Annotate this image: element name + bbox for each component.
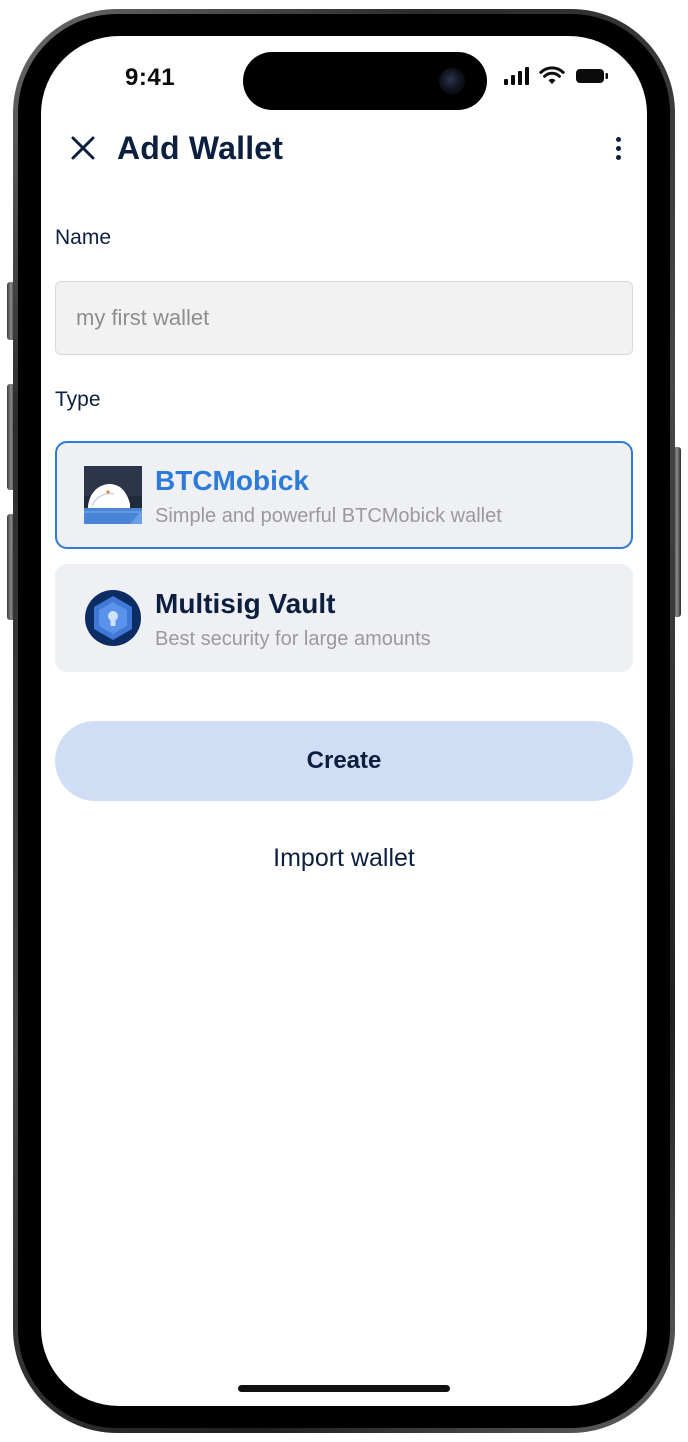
cellular-signal-icon (504, 67, 529, 85)
status-time: 9:41 (125, 64, 176, 91)
import-wallet-link[interactable]: Import wallet (41, 844, 647, 873)
status-icons (504, 66, 609, 86)
phone-frame: 9:41 Add Wallet Name my first wallet Typ… (13, 9, 675, 1433)
more-options-button[interactable] (603, 128, 633, 168)
wifi-icon (539, 66, 565, 84)
front-camera-icon (439, 68, 465, 94)
wallet-type-title: Multisig Vault (155, 588, 336, 619)
home-indicator[interactable] (238, 1385, 450, 1392)
wallet-type-multisig-vault[interactable]: Multisig Vault Best security for large a… (55, 564, 633, 672)
battery-icon (576, 69, 608, 83)
close-icon (71, 136, 95, 160)
wallet-type-btcmobick[interactable]: BTCMobick Simple and powerful BTCMobick … (55, 441, 633, 549)
page-title: Add Wallet (117, 130, 284, 166)
type-label: Type (55, 388, 101, 411)
wallet-type-subtitle: Best security for large amounts (155, 628, 431, 650)
dynamic-island (243, 52, 487, 110)
close-button[interactable] (63, 128, 103, 168)
more-vertical-icon (615, 136, 621, 142)
app-header: Add Wallet (41, 120, 647, 180)
screen: 9:41 Add Wallet Name my first wallet Typ… (41, 36, 647, 1406)
btcmobick-logo-icon (84, 466, 142, 524)
name-label: Name (55, 226, 112, 249)
device-stage: 9:41 Add Wallet Name my first wallet Typ… (0, 0, 688, 1442)
wallet-name-input[interactable] (55, 281, 633, 355)
wallet-type-title: BTCMobick (155, 465, 309, 496)
phone-bezel: 9:41 Add Wallet Name my first wallet Typ… (18, 14, 670, 1428)
vault-shield-icon (85, 590, 141, 646)
create-button[interactable]: Create (55, 721, 633, 801)
wallet-type-subtitle: Simple and powerful BTCMobick wallet (155, 505, 502, 527)
